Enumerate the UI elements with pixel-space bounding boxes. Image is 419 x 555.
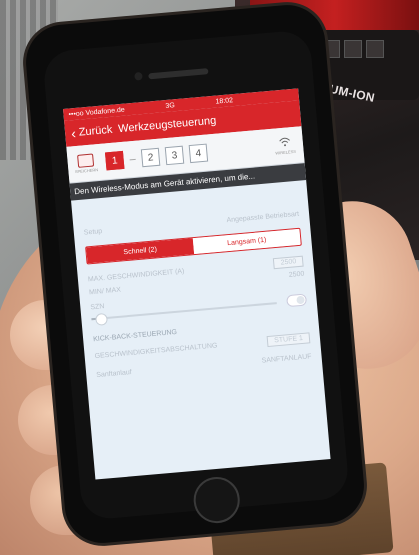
front-camera	[134, 71, 143, 81]
soft-start-value: SANFTANLAUF	[261, 353, 312, 365]
save-button[interactable]: SPEICHERN	[71, 152, 101, 174]
clock: 18:02	[215, 96, 234, 106]
setting-slider[interactable]	[91, 298, 277, 326]
step-4[interactable]: 4	[188, 143, 209, 164]
max-speed-sub-value: 2500	[288, 270, 305, 279]
save-label: SPEICHERN	[74, 166, 99, 174]
back-label: Zurück	[78, 123, 113, 139]
shutoff-level-button[interactable]: STUFE 1	[266, 332, 311, 348]
setup-label: Setup	[83, 228, 103, 237]
setting-toggle[interactable]	[286, 292, 308, 307]
wireless-label: WIRELESS	[275, 148, 297, 156]
earpiece-speaker	[148, 68, 209, 80]
max-speed-sub-label: MIN/ MAX	[88, 286, 122, 297]
smartphone: •••oo Vodafone.de 3G 18:02 ‹ Zurück Werk…	[42, 29, 350, 525]
shutoff-label: GESCHWINDIGKEITSABSCHALTUNG	[94, 342, 218, 361]
save-icon	[77, 153, 95, 168]
setup-value: Angepasste Betriebsart	[226, 210, 300, 225]
page-title: Werkzeugsteuerung	[117, 114, 217, 136]
mode-slow-button[interactable]: Langsam (1)	[192, 228, 301, 255]
slider-track	[91, 302, 277, 321]
slider-knob[interactable]	[95, 312, 109, 326]
network-label: 3G	[165, 101, 176, 110]
chevron-left-icon: ‹	[70, 124, 77, 142]
step-1[interactable]: 1	[104, 150, 125, 171]
max-speed-label: MAX. GESCHWINDIGKEIT (A)	[87, 268, 185, 284]
step-divider	[129, 158, 136, 160]
wifi-icon	[278, 136, 291, 150]
back-button[interactable]: ‹ Zurück	[70, 123, 113, 142]
photo-scene: MLITHIUM-ION •••oo Vodafone.de 3G 18:02 …	[0, 0, 419, 555]
soft-start-label: Sanftanlauf	[96, 368, 132, 380]
phone-screen: •••oo Vodafone.de 3G 18:02 ‹ Zurück Werk…	[63, 88, 331, 480]
step-3[interactable]: 3	[164, 145, 185, 166]
step-2[interactable]: 2	[140, 147, 161, 168]
settings-panel: Setup Angepasste Betriebsart Schnell (2)…	[71, 180, 322, 380]
mode-fast-button[interactable]: Schnell (2)	[86, 238, 195, 264]
max-speed-input[interactable]: 2500	[273, 255, 304, 270]
wireless-button[interactable]: WIRELESS	[270, 136, 299, 156]
slider-label: SZN	[90, 303, 105, 312]
